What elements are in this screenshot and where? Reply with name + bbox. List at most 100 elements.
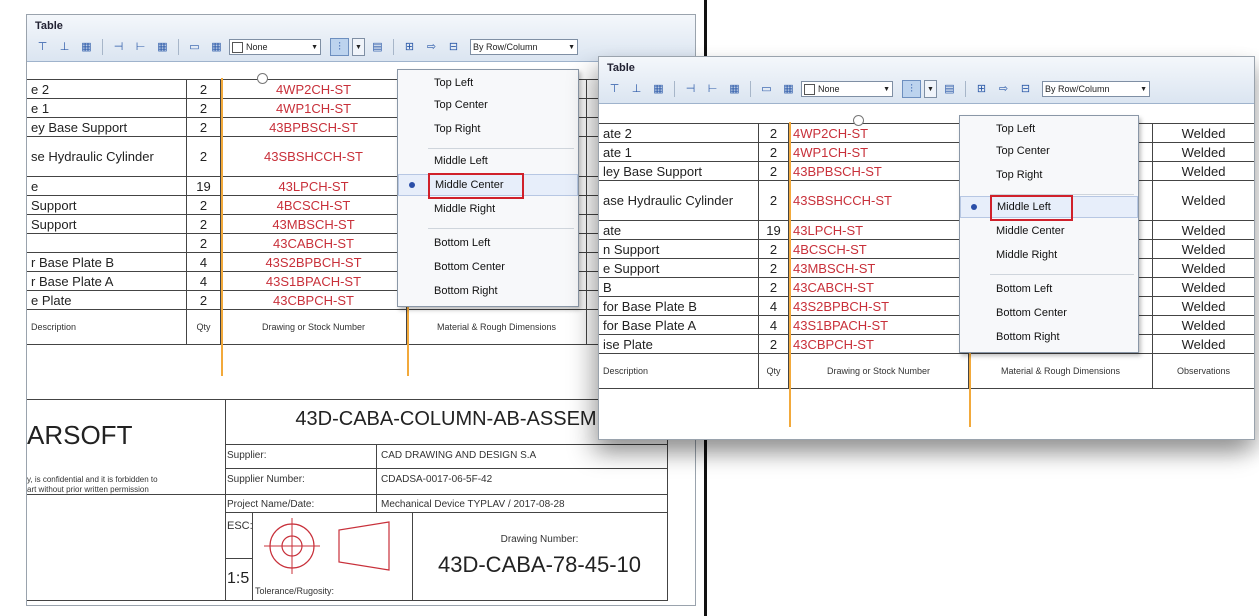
cell-qty[interactable]: 19 xyxy=(186,176,221,196)
cell-drawing-number[interactable]: 4WP2CH-ST xyxy=(788,123,969,143)
menu-item-middle-center[interactable]: Middle Center xyxy=(960,220,1138,242)
menu-item-bottom-center[interactable]: Bottom Center xyxy=(398,256,578,278)
alignment-dropdown-button[interactable]: ▼ xyxy=(352,38,365,56)
cell-qty[interactable]: 2 xyxy=(758,258,789,278)
cell-qty[interactable]: 2 xyxy=(758,142,789,162)
cell-drawing-number[interactable]: 43SBSHCCH-ST xyxy=(788,180,969,221)
cell-qty[interactable]: 2 xyxy=(758,334,789,354)
cell-drawing-number[interactable]: 43S2BPBCH-ST xyxy=(220,252,407,272)
menu-item-top-right[interactable]: Top Right xyxy=(960,164,1138,186)
cell-drawing-number[interactable]: 43CABCH-ST xyxy=(220,233,407,253)
column-grip-handle[interactable] xyxy=(257,73,268,84)
menu-item-middle-right[interactable]: Middle Right xyxy=(960,244,1138,266)
cell-description[interactable]: ey Base Support xyxy=(27,117,187,137)
cell-description[interactable]: ate 1 xyxy=(599,142,759,162)
cell-description[interactable]: e xyxy=(27,176,187,196)
cell-drawing-number[interactable]: 43MBSCH-ST xyxy=(220,214,407,234)
cell-drawing-number[interactable]: 43CBPCH-ST xyxy=(220,290,407,310)
cell-qty[interactable]: 2 xyxy=(758,180,789,221)
cell-description[interactable]: e Plate xyxy=(27,290,187,310)
cell-qty[interactable]: 4 xyxy=(186,252,221,272)
cell-description[interactable]: for Base Plate A xyxy=(599,315,759,335)
cell-qty[interactable]: 2 xyxy=(186,195,221,215)
insert-column-left-icon[interactable]: ⊣ xyxy=(109,38,128,56)
alignment-icon[interactable]: ⫶ xyxy=(902,80,921,98)
cell-qty[interactable]: 2 xyxy=(186,79,221,99)
cell-drawing-number[interactable]: 4BCSCH-ST xyxy=(220,195,407,215)
cell-drawing-number[interactable]: 43S1BPACH-ST xyxy=(220,271,407,291)
merge-cells-icon[interactable]: ▭ xyxy=(757,80,776,98)
cell-description[interactable]: B xyxy=(599,277,759,297)
cell-observations[interactable]: Welded xyxy=(1152,334,1254,354)
cell-qty[interactable]: 2 xyxy=(186,136,221,177)
cell-drawing-number[interactable]: 43CABCH-ST xyxy=(788,277,969,297)
insert-block-icon[interactable]: ⊞ xyxy=(972,80,991,98)
cell-drawing-number[interactable]: 4BCSCH-ST xyxy=(788,239,969,259)
menu-item-middle-left[interactable]: Middle Left xyxy=(398,150,578,172)
cell-description[interactable]: ase Hydraulic Cylinder xyxy=(599,180,759,221)
cell-description[interactable]: ley Base Support xyxy=(599,161,759,181)
delete-row-icon[interactable]: ▦ xyxy=(649,80,668,98)
cell-description[interactable]: e 2 xyxy=(27,79,187,99)
insert-row-above-icon[interactable]: ⊤ xyxy=(605,80,624,98)
cell-description[interactable]: ate xyxy=(599,220,759,240)
cell-description[interactable]: e 1 xyxy=(27,98,187,118)
cell-qty[interactable]: 2 xyxy=(758,161,789,181)
insert-field-icon[interactable]: ⇨ xyxy=(994,80,1013,98)
unmerge-cells-icon[interactable]: ▦ xyxy=(779,80,798,98)
cell-qty[interactable]: 4 xyxy=(186,271,221,291)
by-row-column-combo[interactable]: By Row/Column ▼ xyxy=(1042,81,1150,97)
menu-item-bottom-right[interactable]: Bottom Right xyxy=(960,326,1138,348)
column-grip-handle[interactable] xyxy=(853,115,864,126)
cell-drawing-number[interactable]: 4WP1CH-ST xyxy=(220,98,407,118)
cell-drawing-number[interactable]: 43S1BPACH-ST xyxy=(788,315,969,335)
cell-drawing-number[interactable]: 43LPCH-ST xyxy=(788,220,969,240)
cell-observations[interactable]: Welded xyxy=(1152,161,1254,181)
cell-observations[interactable]: Welded xyxy=(1152,315,1254,335)
cell-description[interactable] xyxy=(27,233,187,253)
menu-item-bottom-right[interactable]: Bottom Right xyxy=(398,280,578,302)
cell-description[interactable]: se Hydraulic Cylinder xyxy=(27,136,187,177)
cell-observations[interactable]: Welded xyxy=(1152,220,1254,240)
merge-cells-icon[interactable]: ▭ xyxy=(185,38,204,56)
insert-column-right-icon[interactable]: ⊢ xyxy=(703,80,722,98)
insert-row-above-icon[interactable]: ⊤ xyxy=(33,38,52,56)
cell-style-combo[interactable]: None ▼ xyxy=(229,39,321,55)
cell-drawing-number[interactable]: 43SBSHCCH-ST xyxy=(220,136,407,177)
menu-item-top-center[interactable]: Top Center xyxy=(398,94,578,116)
insert-block-icon[interactable]: ⊞ xyxy=(400,38,419,56)
unmerge-cells-icon[interactable]: ▦ xyxy=(207,38,226,56)
insert-row-below-icon[interactable]: ⊥ xyxy=(55,38,74,56)
insert-formula-icon[interactable]: ⊟ xyxy=(444,38,463,56)
cell-drawing-number[interactable]: 43MBSCH-ST xyxy=(788,258,969,278)
cell-observations[interactable]: Welded xyxy=(1152,142,1254,162)
cell-drawing-number[interactable]: 43LPCH-ST xyxy=(220,176,407,196)
cell-observations[interactable]: Welded xyxy=(1152,258,1254,278)
cell-qty[interactable]: 2 xyxy=(186,117,221,137)
cell-description[interactable]: Support xyxy=(27,195,187,215)
cell-observations[interactable]: Welded xyxy=(1152,180,1254,221)
cell-description[interactable]: r Base Plate A xyxy=(27,271,187,291)
menu-item-top-center[interactable]: Top Center xyxy=(960,140,1138,162)
menu-item-top-left[interactable]: Top Left xyxy=(960,118,1138,140)
cell-drawing-number[interactable]: 43S2BPBCH-ST xyxy=(788,296,969,316)
alignment-dropdown-button[interactable]: ▼ xyxy=(924,80,937,98)
cell-description[interactable]: ise Plate xyxy=(599,334,759,354)
cell-drawing-number[interactable]: 43BPBSCH-ST xyxy=(788,161,969,181)
delete-column-icon[interactable]: ▦ xyxy=(153,38,172,56)
cell-description[interactable]: Support xyxy=(27,214,187,234)
cell-qty[interactable]: 2 xyxy=(186,214,221,234)
cell-description[interactable]: ate 2 xyxy=(599,123,759,143)
cell-drawing-number[interactable]: 4WP1CH-ST xyxy=(788,142,969,162)
cell-qty[interactable]: 2 xyxy=(186,233,221,253)
menu-item-bottom-center[interactable]: Bottom Center xyxy=(960,302,1138,324)
cell-drawing-number[interactable]: 43CBPCH-ST xyxy=(788,334,969,354)
cell-format-icon[interactable]: ▤ xyxy=(368,38,387,56)
cell-qty[interactable]: 2 xyxy=(758,239,789,259)
cell-qty[interactable]: 2 xyxy=(186,290,221,310)
menu-item-bottom-left[interactable]: Bottom Left xyxy=(398,232,578,254)
cell-qty[interactable]: 19 xyxy=(758,220,789,240)
delete-row-icon[interactable]: ▦ xyxy=(77,38,96,56)
cell-qty[interactable]: 4 xyxy=(758,296,789,316)
cell-qty[interactable]: 4 xyxy=(758,315,789,335)
